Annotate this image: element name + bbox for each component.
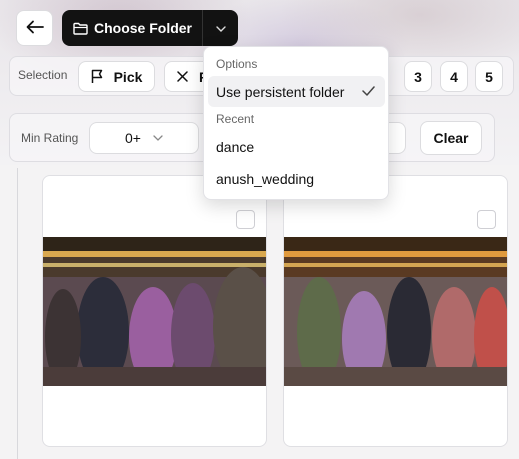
choose-folder-label: Choose Folder — [94, 20, 193, 36]
photo-card[interactable] — [42, 175, 267, 447]
check-icon — [362, 86, 375, 96]
rating-button-5[interactable]: 5 — [475, 61, 503, 92]
arrow-left-icon — [26, 20, 44, 37]
flag-icon — [91, 69, 104, 84]
recent-heading: Recent — [216, 112, 255, 126]
x-icon — [177, 71, 188, 82]
clear-button[interactable]: Clear — [420, 121, 482, 155]
recent-folder-item[interactable]: anush_wedding — [208, 164, 385, 194]
pick-label: Pick — [113, 68, 143, 85]
rating-button-3[interactable]: 3 — [404, 61, 432, 92]
rating-label: 4 — [450, 68, 458, 85]
min-rating-value: 0+ — [125, 130, 141, 146]
wedding-dance-photo — [284, 237, 507, 387]
rating-button-4[interactable]: 4 — [440, 61, 468, 92]
photo-select-checkbox[interactable] — [236, 210, 255, 229]
folder-dropdown-toggle[interactable] — [202, 10, 238, 46]
min-rating-label: Min Rating — [21, 131, 79, 145]
wedding-dance-photo — [43, 237, 266, 387]
photo-select-checkbox[interactable] — [477, 210, 496, 229]
chevron-down-icon — [215, 19, 226, 37]
selection-label: Selection — [18, 68, 68, 82]
min-rating-select[interactable]: 0+ — [89, 122, 199, 154]
persistent-folder-label: Use persistent folder — [216, 83, 345, 100]
folder-dropdown-menu: Options Use persistent folder Recent dan… — [203, 46, 389, 200]
options-heading: Options — [216, 57, 258, 71]
choose-folder-button[interactable]: Choose Folder — [62, 10, 202, 46]
folder-icon — [73, 22, 88, 35]
recent-folder-item[interactable]: dance — [208, 132, 385, 162]
recent-folder-label: dance — [216, 139, 255, 155]
chevron-down-icon — [153, 135, 163, 141]
photo-card[interactable] — [283, 175, 508, 447]
pick-button[interactable]: Pick — [78, 61, 155, 92]
back-button[interactable] — [16, 10, 53, 46]
recent-folder-label: anush_wedding — [216, 171, 315, 187]
clear-label: Clear — [433, 130, 469, 146]
rating-label: 3 — [414, 68, 422, 85]
use-persistent-folder-option[interactable]: Use persistent folder — [208, 76, 385, 107]
sidebar-divider — [17, 168, 18, 459]
rating-label: 5 — [485, 68, 493, 85]
